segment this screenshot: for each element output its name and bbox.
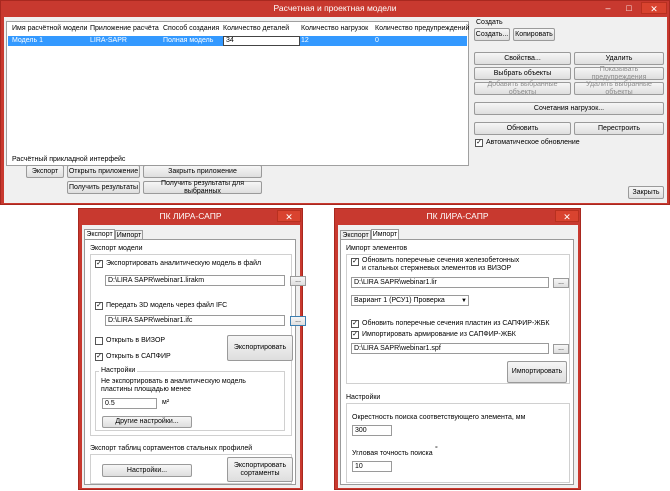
open-sapfir-checkbox[interactable]: ✓: [95, 353, 103, 361]
angle-label: Угловая точность поиска: [352, 450, 433, 457]
export-dialog: ПК ЛИРА-САПР ✕ Экспорт Импорт Экспорт мо…: [78, 208, 306, 490]
delete-button[interactable]: Удалить: [574, 52, 664, 65]
update-button[interactable]: Обновить: [474, 122, 571, 135]
select-objects-button[interactable]: Выбрать объекты: [474, 67, 571, 80]
ifc-browse-button[interactable]: ...: [290, 316, 306, 326]
auto-update-label: Автоматическое обновление: [486, 139, 580, 146]
add-selected-button[interactable]: Добавить выбранные объекты: [474, 81, 571, 96]
transfer-3d-label: Передать 3D модель через файл IFC: [106, 302, 228, 309]
import-reinf-label: Импортировать армирование из САПФИР-ЖБК: [362, 331, 516, 338]
variant-select[interactable]: Вариант 1 (РСУ1) Проверка: [351, 295, 469, 306]
export-analytic-checkbox[interactable]: ✓: [95, 260, 103, 268]
export-dialog-title: ПК ЛИРА-САПР: [79, 209, 302, 225]
update-sections-label-2: и стальных стержневых элементов из ВИЗОР: [362, 265, 512, 272]
open-vizor-checkbox[interactable]: [95, 337, 103, 345]
export-close-icon[interactable]: ✕: [277, 210, 301, 222]
no-export-label-1: Не экспортировать в аналитическую модель: [101, 378, 246, 385]
update-sections-checkbox[interactable]: ✓: [351, 258, 359, 266]
auto-update-checkbox[interactable]: ✓: [475, 139, 483, 147]
angle-field[interactable]: 10: [352, 461, 392, 472]
import-client: Экспорт Импорт Импорт элементов ✓ Обнови…: [338, 225, 578, 488]
column-header-loads[interactable]: Количество нагрузок: [301, 25, 368, 32]
row-warnings: 0: [375, 37, 379, 44]
update-plates-checkbox[interactable]: ✓: [351, 320, 359, 328]
model-table[interactable]: Имя расчётной модели Приложение расчёта …: [6, 21, 469, 166]
column-header-name[interactable]: Имя расчётной модели: [12, 25, 87, 32]
open-sapfir-label: Открыть в САПФИР: [106, 353, 171, 360]
main-client: Имя расчётной модели Приложение расчёта …: [4, 17, 667, 203]
import-tab-panel: Импорт элементов ✓ Обновить поперечные с…: [340, 239, 574, 485]
main-window-title: Расчетная и проектная модели: [1, 1, 669, 17]
open-app-button[interactable]: Открыть приложение: [67, 165, 140, 178]
model-group-label: Экспорт модели: [90, 245, 143, 252]
get-results-selected-button[interactable]: Получить результаты для выбранных: [143, 180, 262, 195]
get-results-button[interactable]: Получить результаты: [67, 181, 140, 194]
create-group-label: Создать: [476, 19, 503, 26]
no-export-label-2: пластины площадью менее: [101, 386, 192, 393]
chevron-down-icon[interactable]: ▼: [461, 298, 467, 304]
column-header-details[interactable]: Количество деталей: [223, 25, 289, 32]
row-app: LIRA-SAPR: [90, 37, 127, 44]
export-profiles-button[interactable]: Экспортировать сортаменты: [227, 457, 293, 482]
load-combinations-button[interactable]: Сочетания нагрузок...: [474, 102, 664, 115]
export-model-button[interactable]: Экспортировать: [227, 335, 293, 361]
close-app-button[interactable]: Закрыть приложение: [143, 165, 262, 178]
profiles-settings-button[interactable]: Настройки...: [102, 464, 192, 477]
export-settings-label: Настройки: [99, 367, 138, 375]
create-button[interactable]: Создать...: [474, 28, 510, 41]
column-header-warnings[interactable]: Количество предупреждений: [375, 25, 469, 32]
column-header-method[interactable]: Способ создания: [163, 25, 219, 32]
open-vizor-label: Открыть в ВИЗОР: [106, 337, 166, 344]
lir-path-field[interactable]: D:\LIRA SAPR\webinar1.lir: [351, 277, 549, 288]
radius-label: Окрестность поиска соответствующего элем…: [352, 414, 526, 421]
copy-button[interactable]: Копировать: [513, 28, 555, 41]
row-loads: 12: [301, 37, 309, 44]
maximize-icon[interactable]: □: [619, 2, 639, 14]
import-button[interactable]: Импортировать: [507, 361, 567, 383]
ifc-path-field[interactable]: D:\LIRA SAPR\webinar1.ifc: [105, 315, 285, 326]
close-icon[interactable]: ✕: [641, 2, 667, 14]
table-row[interactable]: Модель 1 LIRA-SAPR Полная модель 34 12 0: [8, 36, 467, 46]
export-client: Экспорт Импорт Экспорт модели ✓ Экспорти…: [82, 225, 306, 488]
analytic-browse-button[interactable]: ...: [290, 276, 306, 286]
update-sections-label-1: Обновить поперечные сечения железобетонн…: [362, 257, 520, 264]
import-dialog: ПК ЛИРА-САПР ✕ Экспорт Импорт Импорт эле…: [334, 208, 581, 490]
angle-unit: °: [435, 446, 438, 453]
api-group-label: Расчётный прикладной интерфейс: [12, 156, 126, 163]
lir-browse-button[interactable]: ...: [553, 278, 569, 288]
row-details-editor[interactable]: 34: [223, 36, 300, 46]
show-warnings-button[interactable]: Показывать предупреждения: [574, 66, 664, 81]
spf-browse-button[interactable]: ...: [553, 344, 569, 354]
export-button[interactable]: Экспорт: [26, 165, 64, 178]
remove-selected-button[interactable]: Удалить выбранные объекты: [574, 81, 664, 96]
export-tab-panel: Экспорт модели ✓ Экспортировать аналитич…: [84, 239, 306, 485]
profiles-group-label: Экспорт таблиц сортаментов стальных проф…: [90, 445, 253, 452]
row-name: Модель 1: [12, 37, 43, 44]
properties-button[interactable]: Свойства...: [474, 52, 571, 65]
update-plates-label: Обновить поперечные сечения пластин из С…: [362, 320, 550, 327]
import-settings-label: Настройки: [346, 394, 381, 401]
export-profiles-line-2: сортаменты: [240, 469, 280, 477]
import-reinf-checkbox[interactable]: ✓: [351, 331, 359, 339]
area-field[interactable]: 0.5: [102, 398, 157, 409]
close-button[interactable]: Закрыть: [628, 186, 664, 199]
spf-path-field[interactable]: D:\LIRA SAPR\webinar1.spf: [351, 343, 549, 354]
export-profiles-line-1: Экспортировать: [233, 462, 287, 470]
analytic-path-field[interactable]: D:\LIRA SAPR\webinar1.lirakm: [105, 275, 285, 286]
row-method: Полная модель: [163, 37, 214, 44]
transfer-3d-checkbox[interactable]: ✓: [95, 302, 103, 310]
other-settings-button[interactable]: Другие настройки...: [102, 416, 192, 428]
import-dialog-title: ПК ЛИРА-САПР: [335, 209, 580, 225]
import-close-icon[interactable]: ✕: [555, 210, 579, 222]
minimize-icon[interactable]: –: [598, 2, 618, 14]
main-window: Расчетная и проектная модели – □ ✕ Имя р…: [0, 0, 670, 205]
area-unit: м²: [162, 399, 170, 406]
elements-group-label: Импорт элементов: [346, 245, 408, 252]
radius-field[interactable]: 300: [352, 425, 392, 436]
column-header-app[interactable]: Приложение расчёта: [90, 25, 159, 32]
recalculate-button[interactable]: Перестроить: [574, 122, 664, 135]
export-analytic-label: Экспортировать аналитическую модель в фа…: [106, 260, 262, 267]
